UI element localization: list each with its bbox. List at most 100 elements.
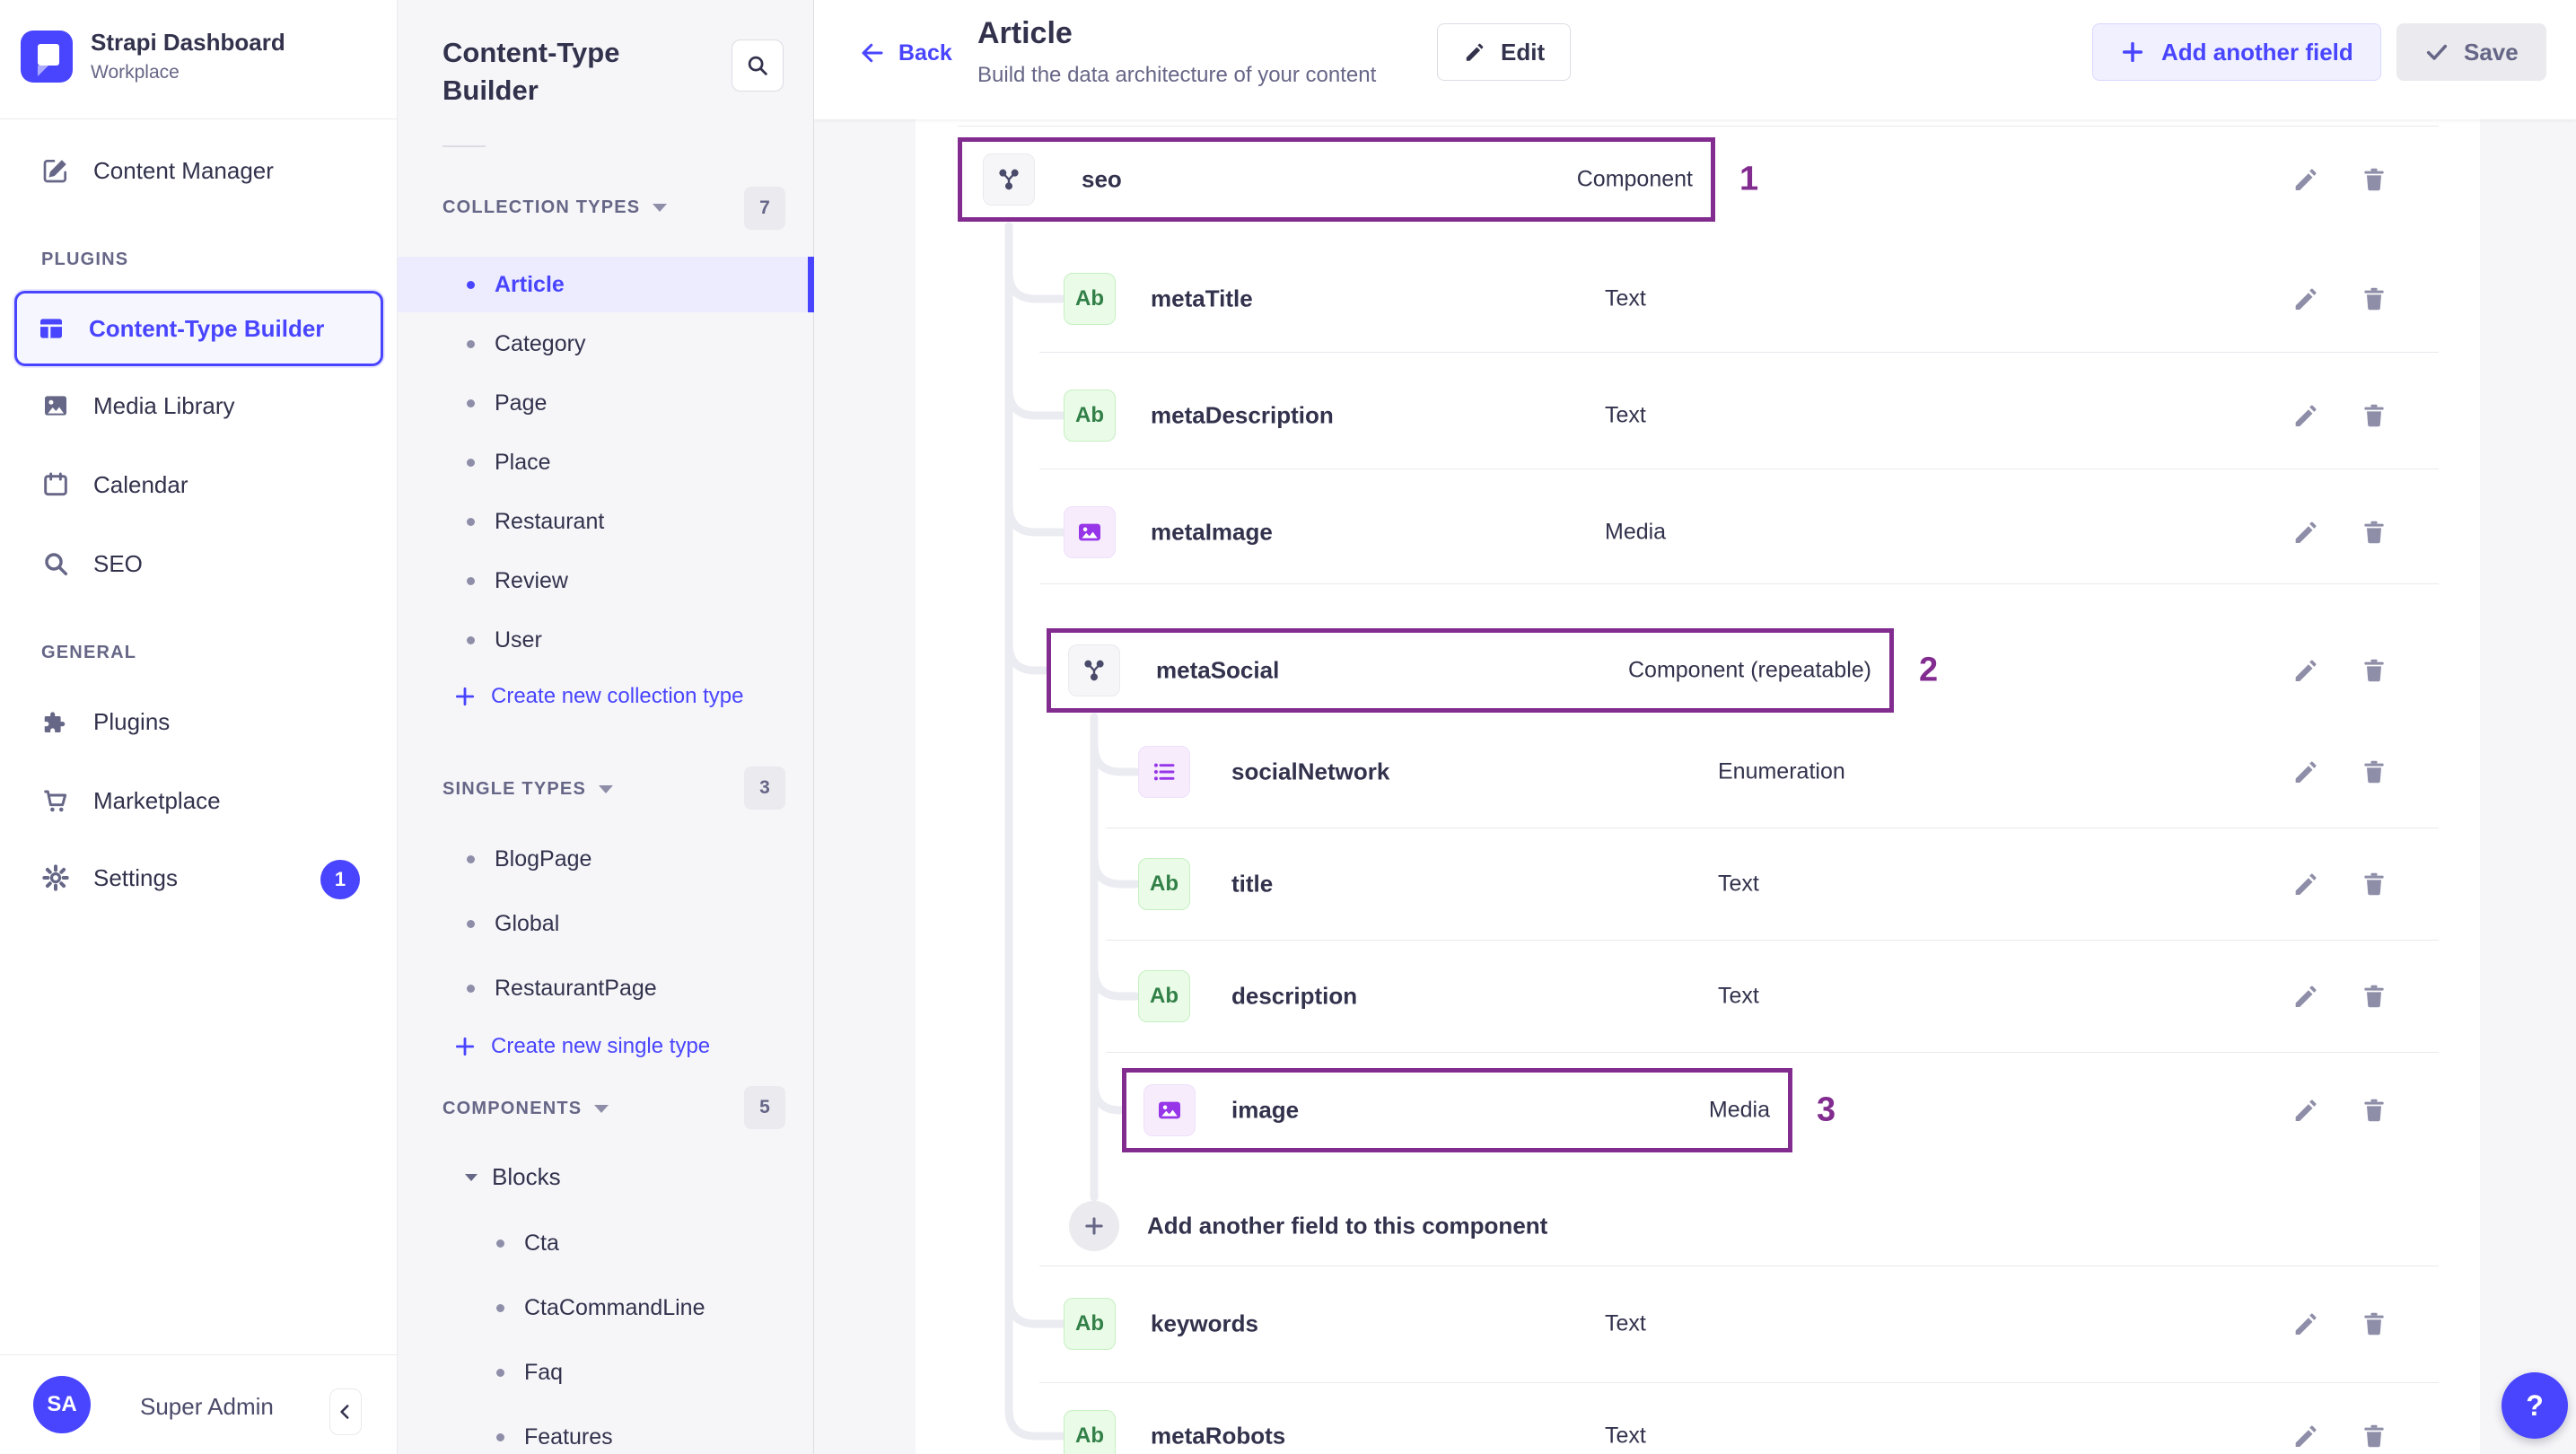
single-type-blogpage[interactable]: BlogPage [398, 831, 814, 887]
collection-type-page[interactable]: Page [398, 375, 814, 431]
chevron-down-icon [599, 785, 613, 793]
row-actions [2291, 401, 2388, 430]
component-ctacommandline[interactable]: CtaCommandLine [398, 1280, 814, 1336]
group-single-types[interactable]: SINGLE TYPES [442, 779, 613, 800]
edit-field-icon[interactable] [2291, 982, 2320, 1011]
sidebar-item-label: Content-Type Builder [89, 314, 325, 342]
bullet-icon [467, 576, 475, 585]
group-label: COLLECTION TYPES [442, 197, 641, 217]
delete-field-icon[interactable] [2360, 870, 2388, 898]
field-type: Text [1605, 1310, 1646, 1336]
panel-divider [442, 145, 486, 147]
help-button[interactable]: ? [2502, 1372, 2568, 1439]
text-icon: Ab [1064, 1298, 1116, 1350]
workspace-switcher[interactable]: Strapi Dashboard Workplace [21, 29, 285, 83]
sidebar-item-media-library[interactable]: Media Library [22, 377, 376, 434]
sidebar-item-label: Calendar [93, 470, 188, 498]
group-label: COMPONENTS [442, 1099, 583, 1118]
component-faq[interactable]: Faq [398, 1345, 814, 1400]
bullet-icon [496, 1432, 504, 1441]
save-button[interactable]: Save [2396, 23, 2546, 81]
delete-field-icon[interactable] [2360, 401, 2388, 430]
sidebar-item-content-type-builder[interactable]: Content-Type Builder [14, 291, 383, 366]
create-collection-type-link[interactable]: Create new collection type [453, 684, 743, 709]
delete-field-icon[interactable] [2360, 982, 2388, 1011]
sidebar-item-seo[interactable]: SEO [22, 535, 376, 592]
component-features[interactable]: Features [398, 1409, 814, 1454]
bullet-icon [467, 635, 475, 644]
field-type: Text [1605, 1423, 1646, 1449]
edit-field-icon[interactable] [2291, 165, 2320, 194]
edit-button[interactable]: Edit [1437, 23, 1572, 81]
field-name: title [1231, 870, 1274, 898]
delete-field-icon[interactable] [2360, 518, 2388, 547]
edit-field-icon[interactable] [2291, 401, 2320, 430]
row-divider [1039, 583, 2439, 584]
row-divider [1039, 352, 2439, 353]
row-actions [2291, 1422, 2388, 1450]
delete-field-icon[interactable] [2360, 656, 2388, 685]
edit-field-icon[interactable] [2291, 285, 2320, 313]
layout-icon [37, 314, 66, 343]
delete-field-icon[interactable] [2360, 1422, 2388, 1450]
delete-field-icon[interactable] [2360, 758, 2388, 786]
field-name: seo [1082, 165, 1122, 193]
search-button[interactable] [732, 39, 784, 92]
collection-type-user[interactable]: User [398, 612, 814, 668]
edit-field-icon[interactable] [2291, 656, 2320, 685]
field-type: Text [1718, 871, 1759, 897]
bullet-icon [467, 919, 475, 928]
row-divider [1106, 940, 2439, 941]
edit-field-icon[interactable] [2291, 518, 2320, 547]
edit-field-icon[interactable] [2291, 1422, 2320, 1450]
sidebar-item-label: SEO [93, 549, 143, 577]
delete-field-icon[interactable] [2360, 1096, 2388, 1125]
add-component-field-label[interactable]: Add another field to this component [1147, 1213, 1547, 1240]
delete-field-icon[interactable] [2360, 1309, 2388, 1338]
avatar[interactable]: SA [33, 1376, 91, 1433]
row-actions [2291, 165, 2388, 194]
bullet-icon [467, 458, 475, 467]
sidebar-item-content-manager[interactable]: Content Manager [22, 142, 376, 199]
gear-icon [41, 863, 70, 892]
component-cta[interactable]: Cta [398, 1215, 814, 1271]
edit-field-icon[interactable] [2291, 870, 2320, 898]
main-sidebar: Strapi Dashboard Workplace Content Manag… [0, 0, 398, 1454]
back-link[interactable]: Back [859, 39, 952, 66]
arrow-left-icon [859, 39, 886, 66]
text-icon: Ab [1138, 970, 1190, 1022]
page-title: Article [977, 16, 1073, 50]
edit-field-icon[interactable] [2291, 1309, 2320, 1338]
collection-type-restaurant[interactable]: Restaurant [398, 494, 814, 549]
plus-icon[interactable] [1069, 1201, 1119, 1251]
collection-type-review[interactable]: Review [398, 553, 814, 609]
sidebar-item-marketplace[interactable]: Marketplace [22, 772, 376, 829]
field-type: Text [1605, 402, 1646, 428]
puzzle-icon [41, 707, 70, 736]
group-collection-types[interactable]: COLLECTION TYPES [442, 197, 668, 218]
row-actions [2291, 982, 2388, 1011]
sidebar-item-plugins[interactable]: Plugins [22, 693, 376, 750]
collection-type-article[interactable]: Article [398, 257, 814, 312]
user-name: Super Admin [140, 1393, 274, 1420]
single-type-restaurantpage[interactable]: RestaurantPage [398, 960, 814, 1016]
field-name: metaSocial [1156, 656, 1280, 684]
group-components[interactable]: COMPONENTS [442, 1099, 609, 1119]
sidebar-item-calendar[interactable]: Calendar [22, 456, 376, 513]
component-category-blocks[interactable]: Blocks [465, 1163, 561, 1191]
field-type: Text [1718, 983, 1759, 1009]
sidebar-item-label: Settings [93, 863, 178, 891]
create-single-type-link[interactable]: Create new single type [453, 1034, 710, 1059]
collection-type-place[interactable]: Place [398, 434, 814, 490]
add-another-field-button[interactable]: Add another field [2092, 23, 2381, 81]
delete-field-icon[interactable] [2360, 285, 2388, 313]
delete-field-icon[interactable] [2360, 165, 2388, 194]
single-type-global[interactable]: Global [398, 896, 814, 951]
edit-field-icon[interactable] [2291, 1096, 2320, 1125]
edit-field-icon[interactable] [2291, 758, 2320, 786]
row-divider [958, 126, 2439, 127]
field-name: description [1231, 982, 1358, 1010]
collection-type-category[interactable]: Category [398, 316, 814, 372]
section-label-general: GENERAL [41, 643, 137, 662]
collapse-sidebar-button[interactable] [329, 1388, 362, 1435]
